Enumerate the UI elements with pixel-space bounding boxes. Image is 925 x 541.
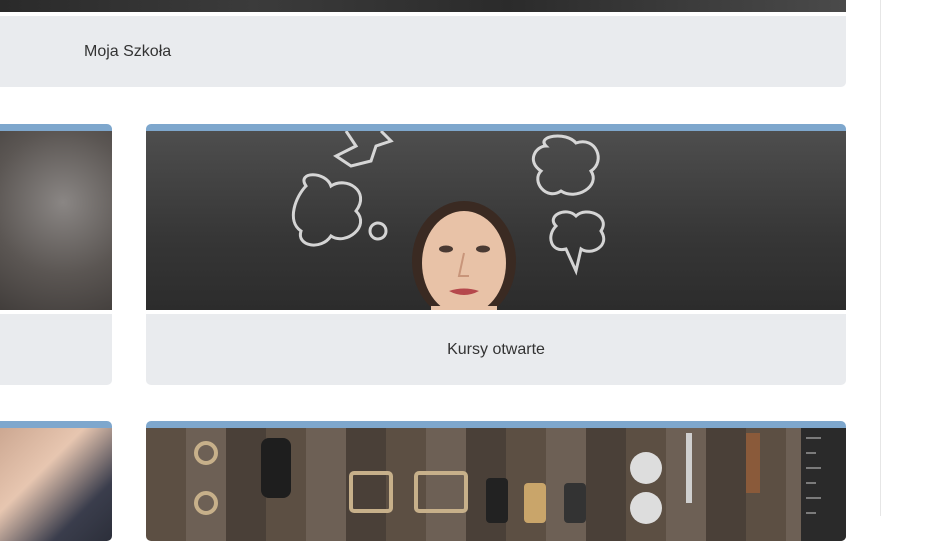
course-card-kursy-otwarte[interactable]: Kursy otwarte [146, 124, 846, 385]
chalk-illustration [291, 131, 605, 310]
tools-illustration [194, 428, 846, 541]
card-accent-bar [0, 421, 112, 428]
course-card-tools[interactable] [146, 421, 846, 541]
course-caption: Kursy otwarte [146, 314, 846, 385]
course-image [0, 0, 846, 12]
page-edge-divider [880, 0, 881, 516]
course-card-moja-szkola[interactable]: Moja Szkoła [0, 0, 846, 87]
course-card-partial[interactable] [0, 421, 112, 541]
course-image [146, 428, 846, 541]
card-accent-bar [146, 421, 846, 428]
course-title: Moja Szkoła [84, 42, 172, 60]
course-image [146, 131, 846, 310]
course-card-partial[interactable] [0, 124, 112, 385]
card-accent-bar [146, 124, 846, 131]
course-caption [0, 314, 112, 385]
course-caption: Moja Szkoła [0, 16, 846, 87]
course-image [0, 131, 112, 310]
course-title: Kursy otwarte [447, 340, 545, 358]
course-image [0, 428, 112, 541]
card-accent-bar [0, 124, 112, 131]
